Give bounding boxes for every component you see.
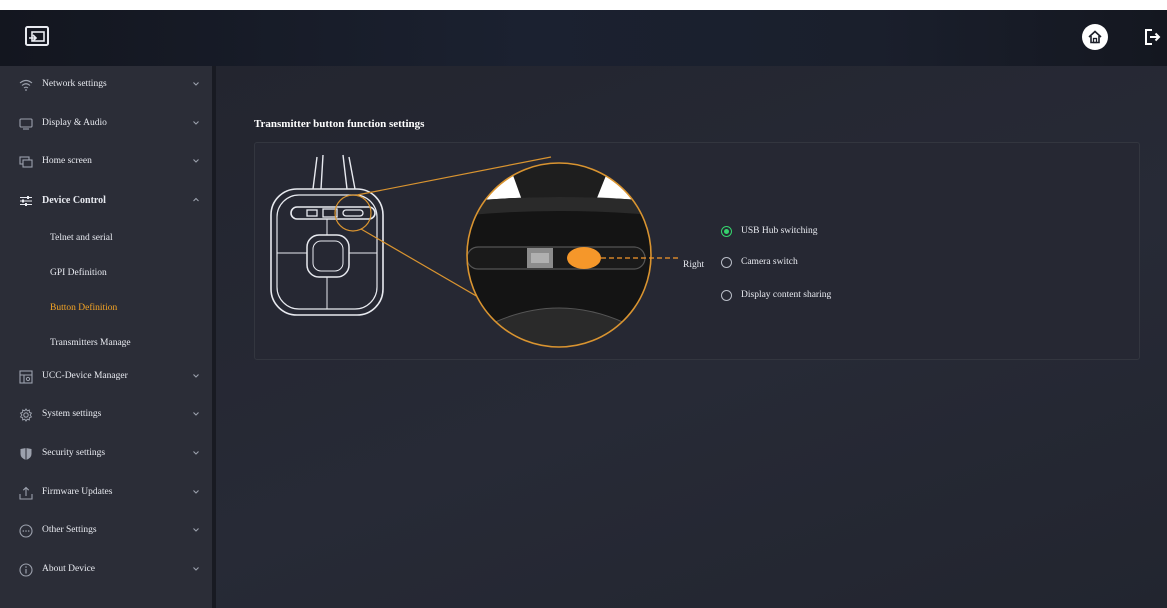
chevron-down-icon (193, 121, 199, 125)
transmitter-illustration (270, 154, 679, 348)
sidebar-item-firmware-updates[interactable]: Firmware Updates (0, 475, 212, 511)
more-circle-icon (18, 523, 34, 539)
chevron-down-icon (193, 490, 199, 494)
logout-icon (1145, 29, 1161, 45)
sidebar-subitem-label: Telnet and serial (50, 233, 113, 243)
top-bar (0, 10, 1167, 66)
sidebar-item-home-screen[interactable]: Home screen (0, 144, 212, 180)
sidebar-item-about-device[interactable]: About Device (0, 552, 212, 588)
gear-icon (18, 407, 34, 423)
sidebar-item-system-settings[interactable]: System settings (0, 397, 212, 433)
sidebar-subitem-transmitters-manage[interactable]: Transmitters Manage (0, 327, 212, 361)
sidebar-subitem-gpi-definition[interactable]: GPI Definition (0, 257, 212, 291)
sidebar-item-label: Network settings (42, 79, 107, 89)
sidebar: Network settings Display & Audio Home sc… (0, 66, 212, 608)
sidebar-subitem-label: Button Definition (50, 303, 118, 313)
sidebar-item-network-settings[interactable]: Network settings (0, 67, 212, 103)
main-content: Transmitter button function settings Rig… (216, 66, 1167, 608)
sidebar-item-label: Home screen (42, 156, 92, 166)
button-position-label: Right (683, 260, 705, 270)
info-icon (18, 562, 34, 578)
sidebar-item-label: Firmware Updates (42, 487, 113, 497)
sidebar-item-label: System settings (42, 409, 102, 419)
sidebar-item-display-audio[interactable]: Display & Audio (0, 106, 212, 142)
chevron-down-icon (193, 451, 199, 455)
monitor-icon (18, 116, 34, 132)
option-label: USB Hub switching (741, 226, 818, 236)
option-display-content-sharing[interactable]: Display content sharing (721, 287, 831, 303)
chevron-down-icon (193, 528, 199, 532)
home-icon (1088, 30, 1102, 44)
chevron-down-icon (193, 82, 199, 86)
device-manager-icon (18, 369, 34, 385)
chevron-up-icon (193, 197, 199, 202)
option-label: Camera switch (741, 257, 798, 267)
sidebar-subitem-label: Transmitters Manage (50, 338, 131, 348)
option-camera-switch[interactable]: Camera switch (721, 254, 798, 270)
sidebar-item-label: Security settings (42, 448, 106, 458)
sidebar-item-other-settings[interactable]: Other Settings (0, 513, 212, 549)
sidebar-item-label: Display & Audio (42, 118, 107, 128)
windows-icon (18, 154, 34, 170)
chevron-down-icon (193, 374, 199, 378)
sidebar-item-security-settings[interactable]: Security settings (0, 436, 212, 472)
radio-icon[interactable] (721, 289, 732, 301)
wifi-icon (18, 77, 34, 93)
app-window: Network settings Display & Audio Home sc… (0, 10, 1167, 608)
sidebar-subitem-telnet-serial[interactable]: Telnet and serial (0, 222, 212, 256)
sidebar-item-label: UCC-Device Manager (42, 371, 128, 381)
chevron-down-icon (193, 412, 199, 416)
button-function-panel: Right USB Hub switching Camera switch Di… (254, 142, 1140, 360)
sidebar-item-device-control[interactable]: Device Control (0, 183, 212, 219)
sidebar-item-label: Other Settings (42, 525, 97, 535)
radio-selected-icon[interactable] (721, 225, 732, 237)
option-usb-hub-switching[interactable]: USB Hub switching (721, 223, 818, 239)
chevron-down-icon (193, 567, 199, 571)
sidebar-item-label: Device Control (42, 195, 106, 206)
upload-icon (18, 485, 34, 501)
sidebar-subitem-label: GPI Definition (50, 268, 107, 278)
logout-button[interactable] (1139, 24, 1165, 50)
radio-icon[interactable] (721, 256, 732, 268)
screen-share-icon (22, 22, 52, 52)
home-button[interactable] (1082, 24, 1108, 50)
sidebar-item-ucc-device-manager[interactable]: UCC-Device Manager (0, 359, 212, 395)
chevron-down-icon (193, 159, 199, 163)
option-label: Display content sharing (741, 290, 832, 300)
sliders-icon (18, 193, 34, 209)
sidebar-subitem-button-definition[interactable]: Button Definition (0, 292, 212, 326)
page-title: Transmitter button function settings (254, 118, 425, 130)
shield-icon (18, 446, 34, 462)
sidebar-item-label: About Device (42, 564, 96, 574)
